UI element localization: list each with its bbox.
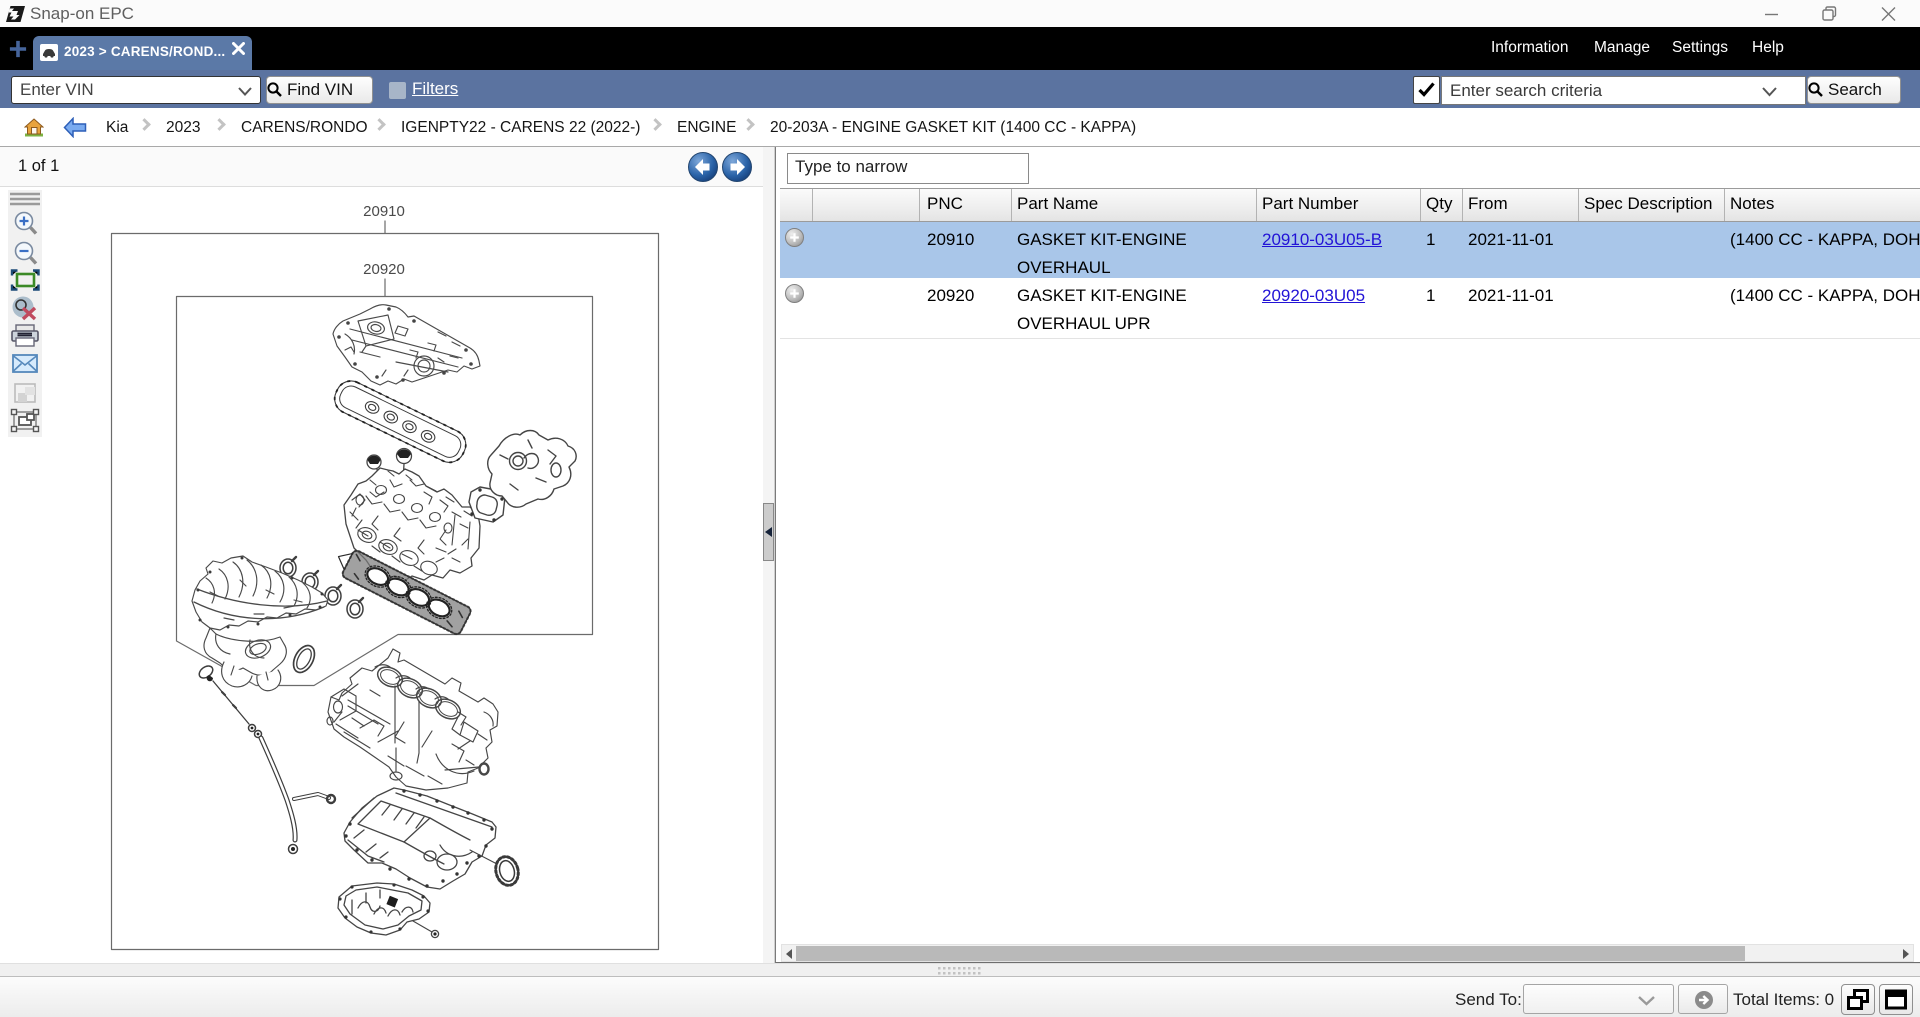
svg-text:20910: 20910 xyxy=(363,203,405,220)
svg-text:20920: 20920 xyxy=(363,261,405,278)
